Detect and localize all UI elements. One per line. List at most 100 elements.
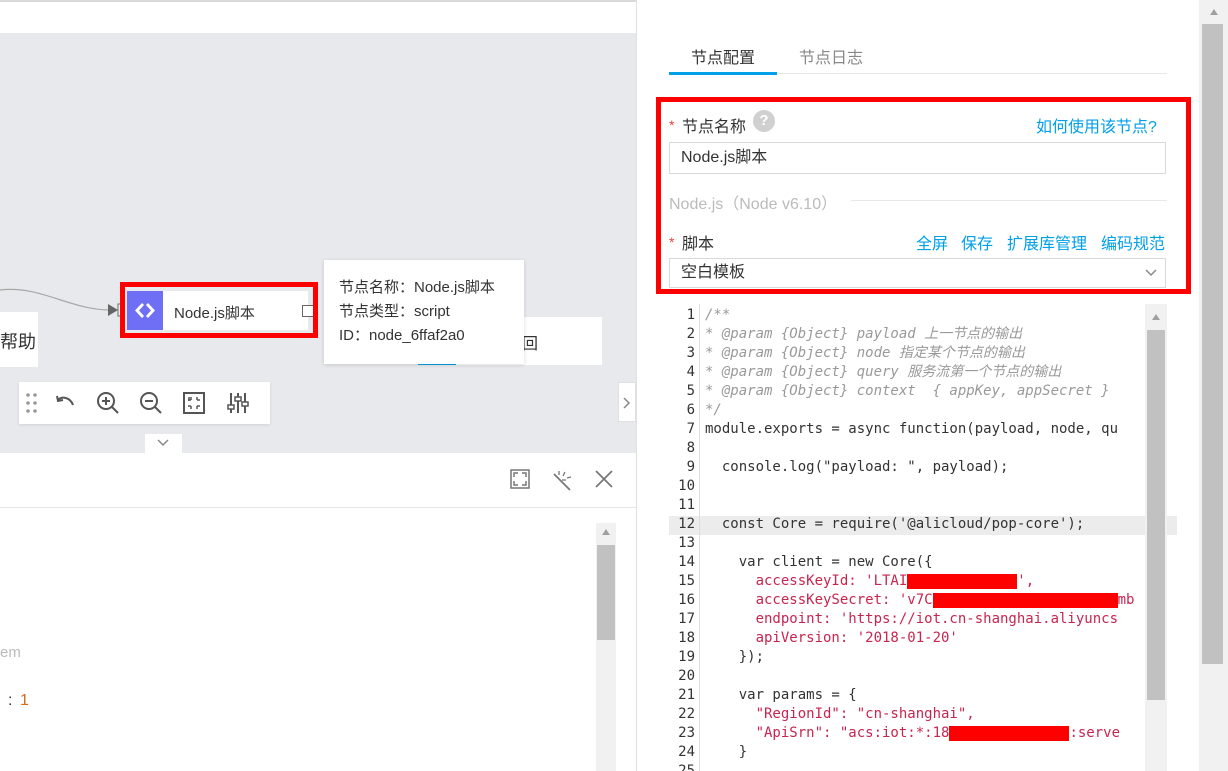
line-number: 20	[678, 668, 695, 684]
save-link[interactable]: 保存	[961, 230, 993, 254]
value-prefix: :	[8, 692, 13, 709]
bottom-panel-divider	[0, 507, 636, 508]
line-number: 12	[678, 516, 695, 532]
line-number: 19	[678, 649, 695, 665]
code-editor[interactable]: 1 2 3 4 5 6 7 8 9 10 11 12 13 14 15 16 17 18 19 20 21 22 23 24 2…	[669, 304, 1177, 771]
settings-sliders-icon[interactable]	[225, 390, 251, 416]
editor-scrollbar[interactable]	[1145, 304, 1167, 771]
editor-scrollbar-thumb[interactable]	[1147, 330, 1165, 700]
script-required-star: *	[669, 234, 675, 250]
tab-node-log[interactable]: 节点日志	[799, 44, 863, 68]
help-text: 帮助	[0, 332, 36, 352]
collapse-handle[interactable]	[145, 434, 182, 453]
fit-view-icon[interactable]	[181, 390, 207, 416]
fullscreen-icon[interactable]	[509, 468, 531, 490]
scroll-up-icon[interactable]	[1151, 313, 1161, 321]
line-number: 23	[678, 725, 695, 741]
line-number: 13	[678, 535, 695, 551]
close-icon[interactable]	[593, 468, 615, 490]
line-number: 18	[678, 630, 695, 646]
chevron-down-icon	[1145, 269, 1157, 277]
coding-standard-link[interactable]: 编码规范	[1101, 230, 1165, 254]
line-number: 16	[678, 592, 695, 608]
code-line-18: apiVersion: '2018-01-20'	[705, 630, 958, 646]
canvas-top-strip	[0, 0, 636, 33]
code-line-6: */	[705, 402, 722, 418]
code-line-17: endpoint: 'https://iot.cn-shanghai.aliyu…	[705, 611, 1119, 627]
code-line-5: * @param {Object} context { appKey, appS…	[705, 383, 1110, 399]
line-number: 15	[678, 573, 695, 589]
line-number: 5	[686, 383, 695, 399]
code-line-3: * @param {Object} node 指定某个节点的输出	[705, 345, 1025, 361]
script-label: 脚本	[682, 236, 715, 253]
node-highlight-box	[120, 282, 318, 338]
chevron-down-icon	[157, 439, 169, 447]
required-star: *	[669, 117, 675, 133]
chevron-right-icon	[623, 397, 631, 409]
help-card[interactable]: 帮助	[0, 312, 38, 367]
line-number: 8	[686, 440, 695, 456]
node-config-panel: 节点配置 节点日志 * 节点名称 ? 如何使用该节点? Node.js脚本 No…	[636, 0, 1228, 771]
zoom-out-icon[interactable]	[138, 390, 164, 416]
line-number: 22	[678, 706, 695, 722]
library-manage-link[interactable]: 扩展库管理	[1007, 230, 1087, 254]
code-line-14: var client = new Core({	[705, 554, 933, 570]
line-number: 4	[686, 364, 695, 380]
return-text: 回	[522, 336, 539, 353]
code-line-21: var params = {	[705, 687, 857, 703]
bottom-scrollbar[interactable]	[596, 523, 616, 771]
expand-panel-tab[interactable]	[618, 382, 636, 422]
active-tab-indicator	[669, 72, 777, 75]
redaction-mark	[907, 573, 1018, 589]
node-tooltip: 节点名称：Node.js脚本 节点类型：script ID：node_6ffaf…	[324, 260, 524, 364]
how-to-use-link[interactable]: 如何使用该节点?	[1036, 113, 1157, 137]
zoom-in-icon[interactable]	[95, 390, 121, 416]
value-number: 1	[20, 692, 29, 709]
scroll-up-icon[interactable]	[1209, 8, 1219, 16]
line-number: 10	[678, 478, 695, 494]
tooltip-name: 节点名称：Node.js脚本	[339, 279, 495, 296]
canvas-top-border	[0, 0, 636, 2]
scroll-up-icon[interactable]	[601, 528, 611, 536]
line-number: 24	[678, 744, 695, 760]
magic-wand-icon[interactable]	[550, 468, 574, 492]
line-gutter: 1 2 3 4 5 6 7 8 9 10 11 12 13 14 15 16 17 18 19 20 21 22 23 24 2…	[669, 304, 699, 771]
undo-icon[interactable]	[52, 390, 78, 416]
redaction-mark	[932, 592, 1118, 608]
panel-scrollbar[interactable]	[1199, 0, 1228, 771]
line-number: 17	[678, 611, 695, 627]
line-number: 6	[686, 402, 695, 418]
code-body[interactable]: /** * @param {Object} payload 上一节点的输出 * …	[705, 306, 1145, 771]
line-number: 9	[686, 459, 695, 475]
runtime-label: Node.js（Node v6.10）	[669, 196, 838, 213]
help-question-icon[interactable]: ?	[753, 110, 775, 132]
code-line-2: * @param {Object} payload 上一节点的输出	[705, 326, 1023, 342]
panel-scrollbar-thumb[interactable]	[1202, 24, 1223, 664]
bottom-scrollbar-thumb[interactable]	[597, 545, 615, 640]
template-select-value: 空白模板	[681, 264, 746, 281]
tooltip-type: 节点类型：script	[339, 303, 450, 320]
line-number: 7	[686, 421, 695, 437]
line-number: 25	[678, 763, 695, 771]
gutter-divider	[699, 304, 700, 771]
line-number: 1	[686, 307, 695, 323]
line-number: 14	[678, 554, 695, 570]
code-line-7: module.exports = async function(payload,…	[705, 421, 1119, 437]
code-line-19: });	[705, 649, 765, 665]
code-line-4: * @param {Object} query 服务流第一个节点的输出	[705, 364, 1062, 380]
code-line-15: accessKeyId: 'LTAI ',	[705, 573, 1035, 589]
code-line-23: "ApiSrn": "acs:iot:*:18:serve	[705, 725, 1121, 741]
node-name-input[interactable]: Node.js脚本	[669, 142, 1166, 174]
code-line-24: }	[705, 744, 748, 760]
fullscreen-link[interactable]: 全屏	[916, 230, 948, 254]
bottom-text-fragment: em	[0, 644, 21, 661]
code-line-16: accessKeySecret: 'v7C mb	[705, 592, 1135, 608]
tab-node-config[interactable]: 节点配置	[691, 44, 755, 68]
template-select[interactable]: 空白模板	[669, 258, 1166, 288]
drag-handle-icon[interactable]	[25, 392, 39, 414]
